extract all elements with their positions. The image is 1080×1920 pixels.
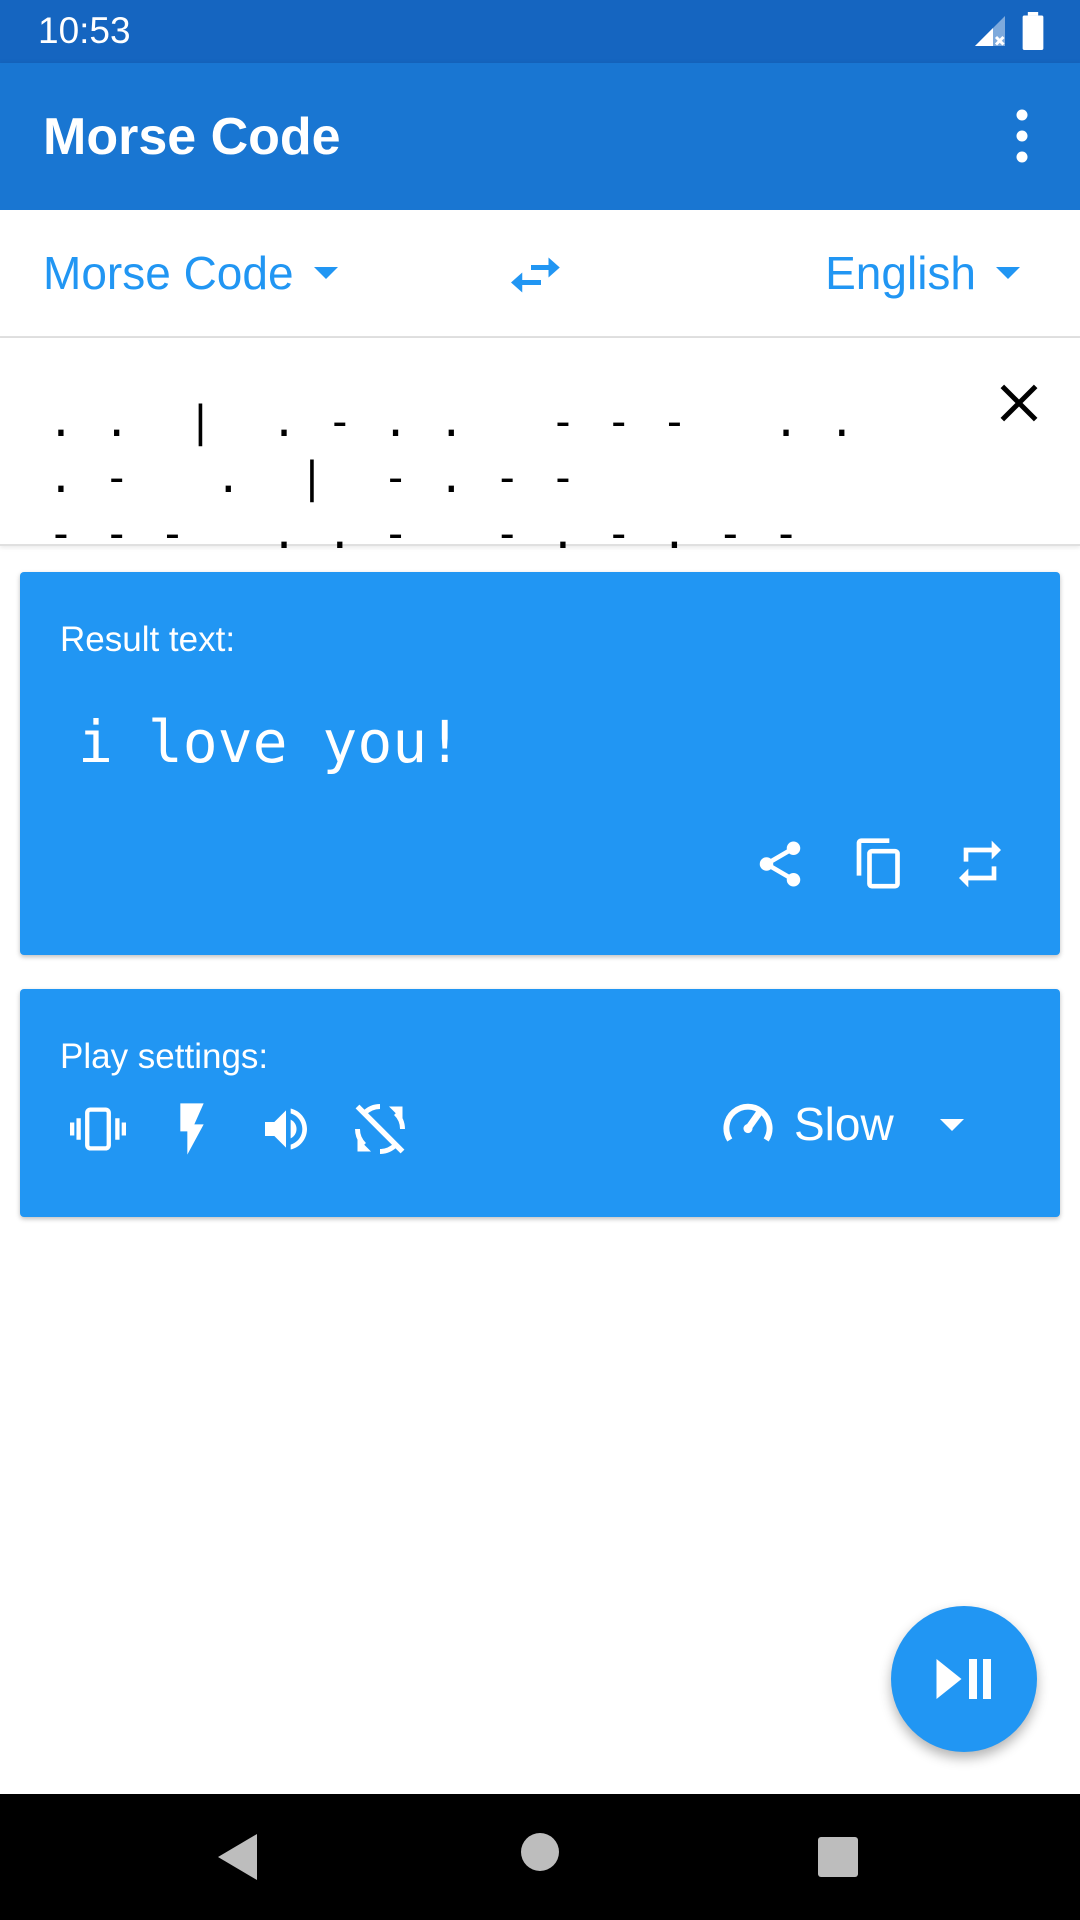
repeat-icon[interactable] (952, 836, 1008, 892)
speedometer-icon (723, 1103, 773, 1142)
result-label: Result text: (60, 620, 236, 659)
battery-icon (1022, 12, 1044, 55)
system-nav-bar (0, 1794, 1080, 1920)
nav-home-icon[interactable] (520, 1832, 560, 1877)
morse-input-text[interactable]: . . | . - . . - - - . . . - . | - . - - … (48, 394, 908, 562)
status-time: 10:53 (38, 10, 131, 51)
copy-icon[interactable] (852, 836, 908, 892)
more-vert-icon[interactable] (992, 101, 1052, 171)
volume-icon[interactable] (258, 1101, 314, 1157)
app-bar: Morse Code (0, 63, 1080, 210)
share-icon[interactable] (752, 836, 808, 892)
morse-input-area[interactable]: . . | . - . . - - - . . . - . | - . - - … (0, 338, 1080, 559)
signal-icon (972, 13, 1008, 54)
status-bar: 10:53 (0, 0, 1080, 63)
source-language-dropdown[interactable]: Morse Code (43, 246, 340, 300)
target-language-label: English (825, 247, 976, 299)
app-title: Morse Code (43, 108, 341, 166)
status-icons (972, 12, 1044, 55)
target-language-dropdown[interactable]: English (825, 246, 1022, 300)
result-text: i love you! (78, 708, 463, 776)
result-card: Result text: i love you! (20, 572, 1060, 955)
nav-recents-icon[interactable] (817, 1836, 859, 1883)
dropdown-arrow-icon[interactable] (938, 1117, 966, 1138)
play-pause-button[interactable] (891, 1606, 1037, 1752)
dropdown-arrow-icon (313, 267, 338, 279)
play-settings-toggles (70, 1101, 408, 1157)
source-language-label: Morse Code (43, 247, 294, 299)
play-settings-card: Play settings: Slow (20, 989, 1060, 1217)
sync-disabled-icon[interactable] (352, 1101, 408, 1157)
flash-icon[interactable] (164, 1101, 220, 1157)
vibration-icon[interactable] (70, 1101, 126, 1157)
language-bar: Morse Code English (0, 210, 1080, 338)
speed-selector[interactable]: Slow (720, 1097, 894, 1151)
play-pause-icon (936, 1659, 991, 1699)
nav-back-icon[interactable] (215, 1832, 261, 1887)
swap-horiz-icon[interactable] (506, 250, 566, 300)
dropdown-arrow-icon (996, 267, 1020, 279)
result-actions (752, 836, 1008, 892)
play-settings-label: Play settings: (60, 1037, 269, 1076)
close-icon[interactable] (994, 378, 1044, 428)
speed-label: Slow (794, 1098, 894, 1150)
